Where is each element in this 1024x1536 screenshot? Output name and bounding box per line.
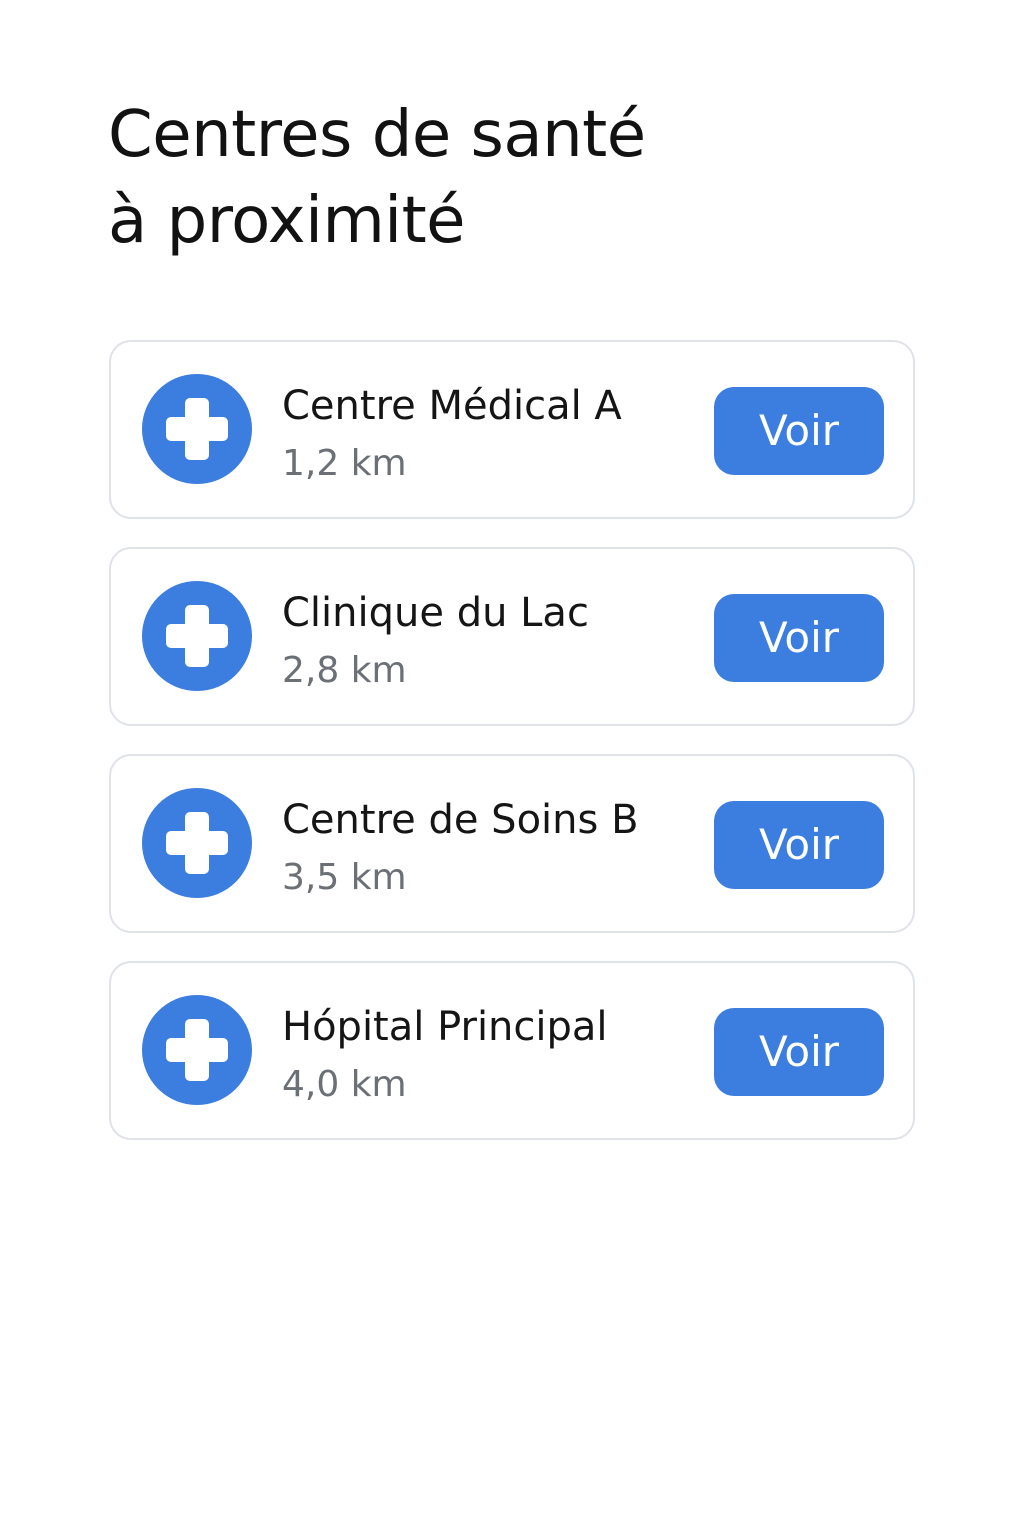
health-center-distance: 4,0 km <box>282 1064 407 1105</box>
health-center-info: Hópital Principal 4,0 km <box>282 1001 608 1107</box>
view-button[interactable]: Voir <box>714 594 884 682</box>
medical-cross-icon <box>142 374 252 484</box>
health-center-distance: 3,5 km <box>282 857 407 898</box>
health-center-card: Clinique du Lac 2,8 km Voir <box>109 547 915 726</box>
view-button[interactable]: Voir <box>714 1008 884 1096</box>
health-center-list: Centre Médical A 1,2 km Voir Clinique du… <box>109 340 915 1168</box>
health-center-card: Hópital Principal 4,0 km Voir <box>109 961 915 1140</box>
view-button[interactable]: Voir <box>714 387 884 475</box>
health-center-card: Centre Médical A 1,2 km Voir <box>109 340 915 519</box>
health-center-info: Clinique du Lac 2,8 km <box>282 587 589 693</box>
health-center-distance: 2,8 km <box>282 650 407 691</box>
health-center-name: Centre de Soins B <box>282 797 639 843</box>
medical-cross-icon <box>142 788 252 898</box>
health-center-name: Hópital Principal <box>282 1004 608 1050</box>
page-title: Centres de santé à proximité <box>108 92 646 264</box>
health-center-info: Centre de Soins B 3,5 km <box>282 794 639 900</box>
view-button[interactable]: Voir <box>714 801 884 889</box>
medical-cross-icon <box>142 995 252 1105</box>
medical-cross-icon <box>142 581 252 691</box>
health-center-card: Centre de Soins B 3,5 km Voir <box>109 754 915 933</box>
page-title-line-2: à proximité <box>108 184 466 258</box>
health-center-name: Centre Médical A <box>282 383 622 429</box>
health-center-distance: 1,2 km <box>282 443 407 484</box>
health-center-name: Clinique du Lac <box>282 590 589 636</box>
page-title-line-1: Centres de santé <box>108 98 646 172</box>
health-center-info: Centre Médical A 1,2 km <box>282 380 622 486</box>
